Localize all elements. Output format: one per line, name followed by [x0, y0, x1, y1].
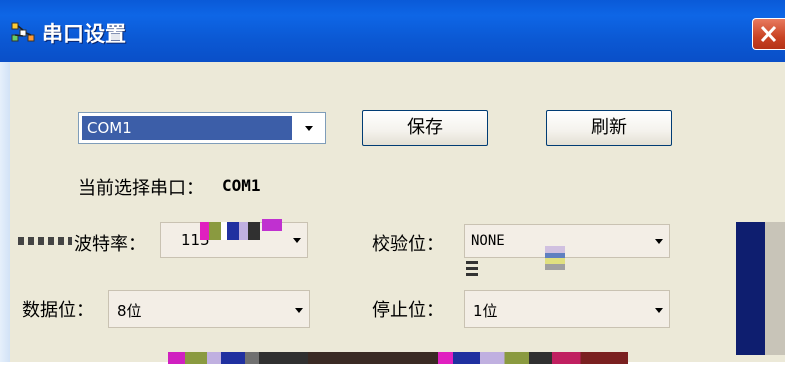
chevron-down-icon: [655, 239, 663, 244]
dark-side-panel: [736, 222, 765, 355]
chevron-down-icon: [305, 126, 313, 131]
refresh-button[interactable]: 刷新: [546, 110, 672, 146]
data-bits-select[interactable]: 8位: [108, 290, 310, 328]
chevron-down-icon: [293, 238, 301, 243]
render-artifact: [466, 258, 478, 276]
data-bits-value: 8位: [117, 302, 142, 320]
stop-bits-select[interactable]: 1位: [464, 290, 670, 328]
parity-value: NONE: [471, 233, 505, 249]
render-artifact: [262, 219, 282, 231]
render-artifact: [308, 352, 438, 364]
chevron-down-icon: [295, 308, 303, 313]
chevron-down-icon: [655, 308, 663, 313]
window-title: 串口设置: [42, 22, 126, 46]
title-bar[interactable]: 串口设置: [0, 0, 785, 63]
parity-label: 校验位：: [372, 234, 444, 255]
parity-select[interactable]: NONE: [464, 224, 670, 258]
current-port-value: COM1: [222, 176, 261, 195]
com-port-dropdown-button[interactable]: [296, 116, 322, 140]
baud-rate-label: 波特率：: [74, 234, 146, 255]
data-bits-label: 数据位：: [22, 300, 94, 321]
close-button[interactable]: [752, 18, 785, 50]
render-artifact: [545, 246, 565, 270]
serial-port-icon: [11, 22, 35, 42]
window-left-edge: [0, 62, 10, 362]
stop-bits-value: 1位: [473, 302, 498, 320]
render-artifact: [438, 352, 628, 364]
dark-side-panel-edge: [765, 222, 785, 355]
com-port-value: COM1: [82, 116, 292, 140]
save-button[interactable]: 保存: [362, 110, 488, 146]
render-artifact: [200, 222, 260, 240]
render-artifact: [18, 237, 72, 245]
render-artifact: [168, 352, 308, 364]
current-port-label: 当前选择串口：: [78, 178, 204, 199]
close-icon: [760, 25, 777, 43]
com-port-select[interactable]: COM1: [78, 112, 326, 144]
stop-bits-label: 停止位：: [372, 300, 444, 321]
